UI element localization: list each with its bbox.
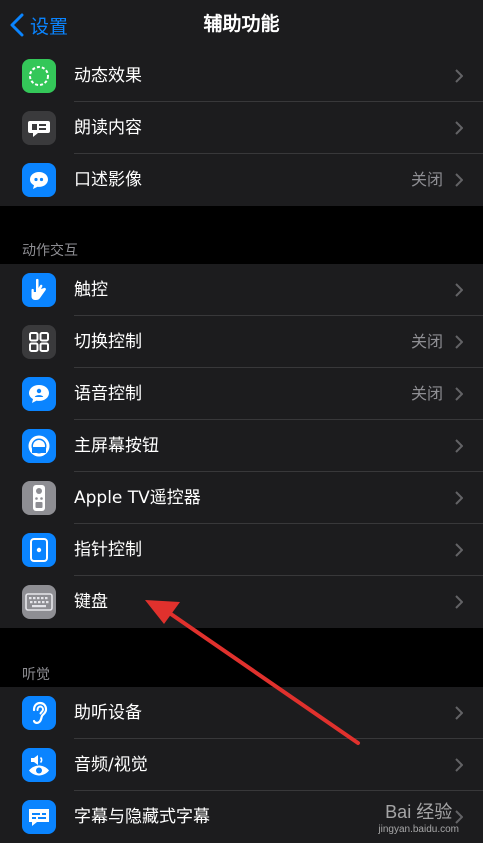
watermark-text: Bai 经验 xyxy=(385,802,453,822)
watermark-url: jingyan.baidu.com xyxy=(378,824,459,835)
baidu-jingyan-watermark: Bai 经验 jingyan.baidu.com xyxy=(378,798,459,835)
red-annotation-arrow xyxy=(145,600,360,745)
